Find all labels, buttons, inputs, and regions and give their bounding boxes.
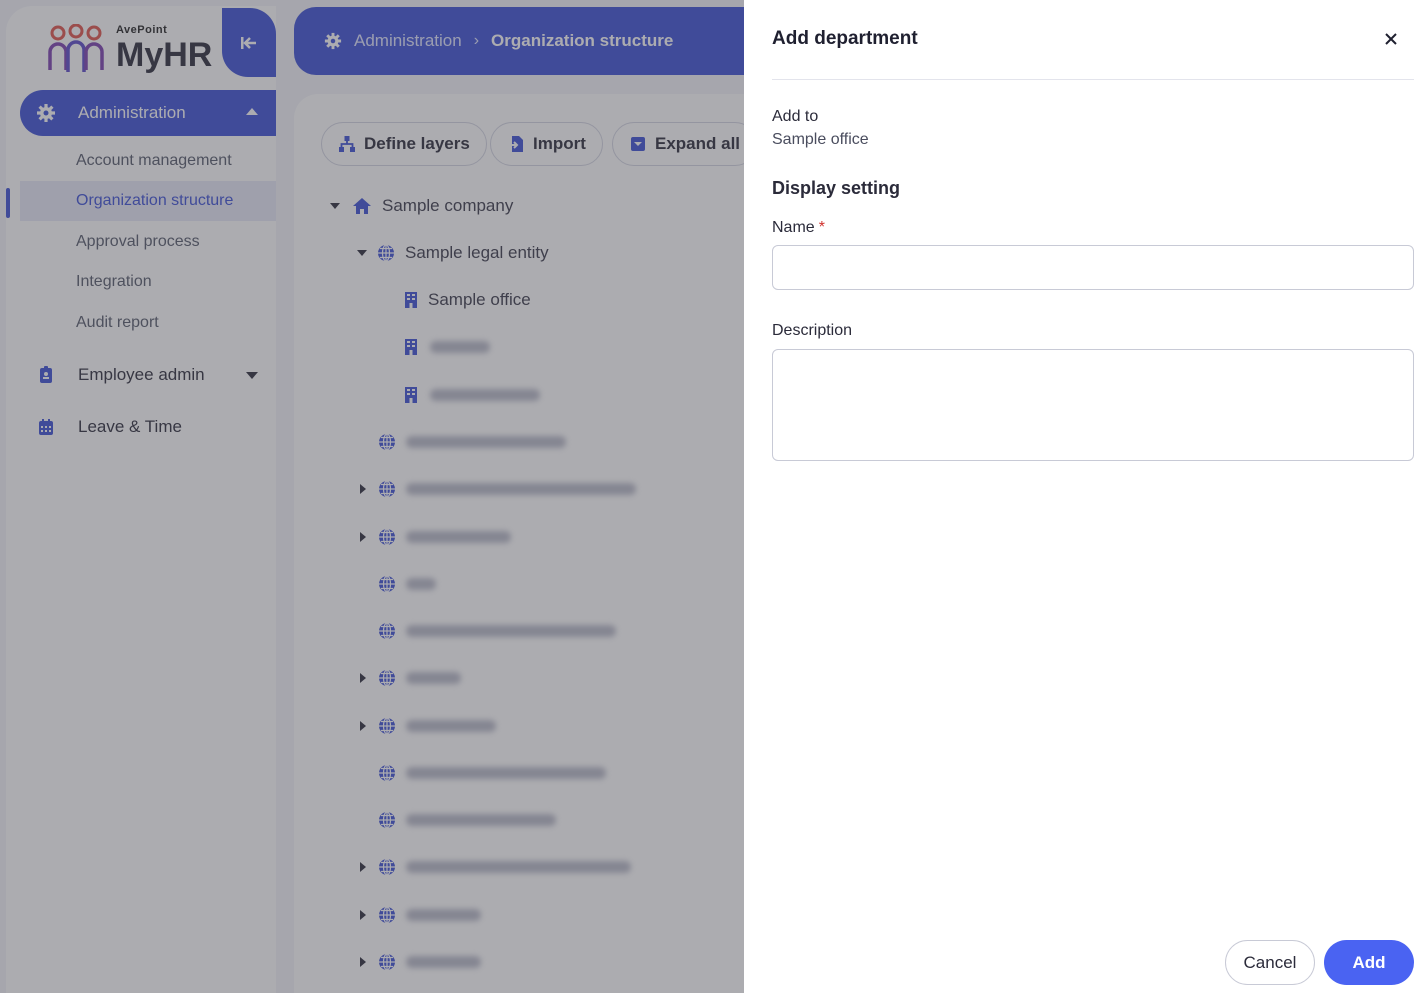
add-button[interactable]: Add xyxy=(1324,940,1414,985)
close-button[interactable] xyxy=(1380,28,1402,50)
name-field-label: Name * xyxy=(772,219,825,237)
close-icon xyxy=(1385,33,1397,45)
display-setting-title: Display setting xyxy=(772,178,901,198)
required-mark: * xyxy=(818,219,825,236)
add-to-label: Add to xyxy=(772,108,819,125)
add-department-drawer: Add department Add to Sample office Disp… xyxy=(744,0,1421,993)
name-input[interactable] xyxy=(772,245,1414,290)
name-label-text: Name xyxy=(772,219,815,236)
drawer-title: Add department xyxy=(772,28,918,49)
divider xyxy=(772,79,1414,80)
description-field-label: Description xyxy=(772,322,853,339)
cancel-button[interactable]: Cancel xyxy=(1225,940,1315,985)
add-to-value: Sample office xyxy=(772,131,869,148)
description-input[interactable] xyxy=(772,349,1414,461)
